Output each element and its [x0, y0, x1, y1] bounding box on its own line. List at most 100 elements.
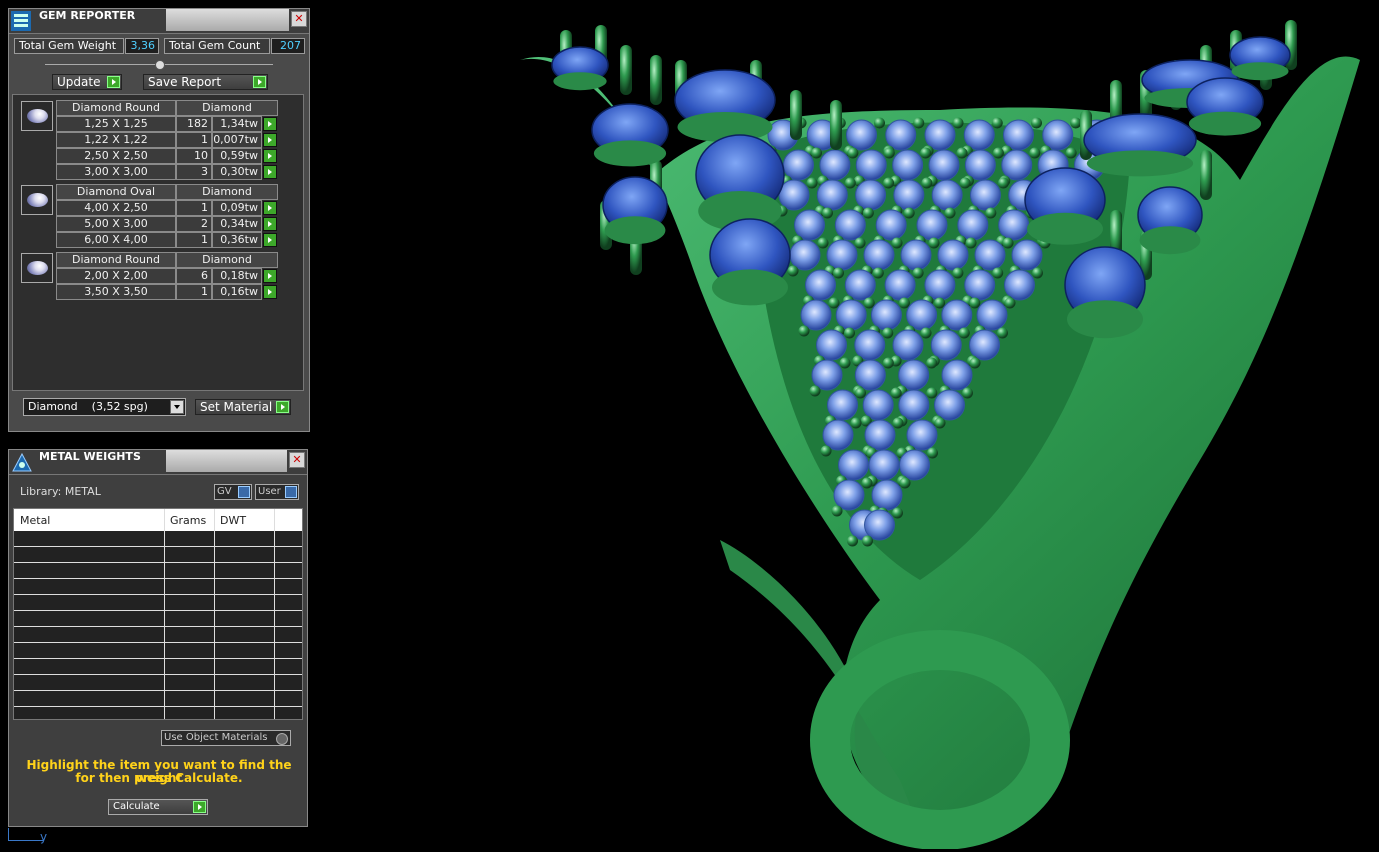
update-button-label: Update	[57, 75, 101, 89]
gem-size[interactable]: 3,50 X 3,50	[56, 284, 176, 300]
save-report-button-label: Save Report	[148, 75, 222, 89]
select-gems-play-icon[interactable]	[263, 217, 277, 231]
metal-weights-titlebar[interactable]: METAL WEIGHTS ✕	[9, 450, 307, 475]
calculate-button[interactable]: Calculate	[108, 799, 208, 815]
metal-table-header: Metal Grams DWT	[14, 509, 302, 531]
gem-weight: 0,30tw	[212, 164, 262, 180]
axis-y-label: y	[40, 830, 48, 844]
play-icon	[253, 76, 266, 88]
table-row[interactable]	[14, 563, 302, 579]
save-report-button[interactable]: Save Report	[143, 74, 268, 90]
gem-weight: 0,59tw	[212, 148, 262, 164]
use-object-materials-label: Use Object Materials	[164, 732, 268, 743]
toggle-indicator-icon	[285, 486, 297, 498]
table-row[interactable]	[14, 691, 302, 707]
table-row[interactable]	[14, 659, 302, 675]
gem-size[interactable]: 1,25 X 1,25	[56, 116, 176, 132]
gem-count: 2	[176, 216, 212, 232]
toggle-indicator-icon	[238, 486, 250, 498]
gem-size[interactable]: 6,00 X 4,00	[56, 232, 176, 248]
select-gems-play-icon[interactable]	[263, 165, 277, 179]
set-material-button-label: Set Material	[200, 400, 273, 414]
gem-size[interactable]: 1,22 X 1,22	[56, 132, 176, 148]
metal-weights-app-icon	[11, 452, 32, 472]
gem-group-shape: Diamond Round	[56, 100, 176, 116]
table-row[interactable]	[14, 675, 302, 691]
select-gems-play-icon[interactable]	[263, 117, 277, 131]
metal-weights-panel: METAL WEIGHTS ✕ Library: METAL GV User M…	[8, 449, 308, 827]
gem-group-material: Diamond	[176, 184, 278, 200]
gem-reporter-title: GEM REPORTER	[39, 9, 136, 22]
gem-group-material: Diamond	[176, 100, 278, 116]
gem-oval-icon	[21, 185, 53, 215]
gem-round-icon	[21, 253, 53, 283]
play-icon	[276, 401, 289, 413]
set-material-button[interactable]: Set Material	[195, 399, 291, 415]
gem-size[interactable]: 5,00 X 3,00	[56, 216, 176, 232]
gem-count: 10	[176, 148, 212, 164]
gem-count: 1	[176, 284, 212, 300]
gem-weight: 0,09tw	[212, 200, 262, 216]
table-row[interactable]	[14, 643, 302, 659]
gem-count: 3	[176, 164, 212, 180]
column-header-dwt: DWT	[220, 514, 247, 527]
column-header-metal: Metal	[20, 514, 51, 527]
total-gem-weight-label: Total Gem Weight	[14, 38, 124, 54]
calculate-button-label: Calculate	[113, 801, 160, 812]
table-row[interactable]	[14, 595, 302, 611]
chevron-down-icon[interactable]	[170, 400, 184, 414]
gem-reporter-titlebar[interactable]: GEM REPORTER ✕	[9, 9, 309, 34]
gem-count: 1	[176, 200, 212, 216]
gem-count: 6	[176, 268, 212, 284]
splitter-handle[interactable]	[155, 60, 165, 70]
gem-size[interactable]: 3,00 X 3,00	[56, 164, 176, 180]
select-gems-play-icon[interactable]	[263, 285, 277, 299]
select-gems-play-icon[interactable]	[263, 133, 277, 147]
gem-size[interactable]: 2,50 X 2,50	[56, 148, 176, 164]
gem-weight: 0,16tw	[212, 284, 262, 300]
radio-icon	[276, 733, 288, 745]
user-toggle[interactable]: User	[255, 484, 299, 500]
close-icon[interactable]: ✕	[289, 452, 305, 468]
select-gems-play-icon[interactable]	[263, 201, 277, 215]
gem-size[interactable]: 2,00 X 2,00	[56, 268, 176, 284]
select-gems-play-icon[interactable]	[263, 149, 277, 163]
gv-toggle[interactable]: GV	[214, 484, 252, 500]
select-gems-play-icon[interactable]	[263, 233, 277, 247]
select-gems-play-icon[interactable]	[263, 269, 277, 283]
ring-model-render	[520, 20, 1360, 850]
gem-group-shape: Diamond Round	[56, 252, 176, 268]
gem-reporter-app-icon	[11, 11, 31, 31]
table-row[interactable]	[14, 547, 302, 563]
calculate-hint-line2: for then press Calculate.	[75, 771, 243, 785]
3d-viewport[interactable]	[500, 0, 1379, 850]
gem-weight: 0,36tw	[212, 232, 262, 248]
total-gem-count-label: Total Gem Count	[164, 38, 270, 54]
gem-weight: 0,34tw	[212, 216, 262, 232]
gv-toggle-label: GV	[217, 486, 232, 497]
gem-round-icon	[21, 101, 53, 131]
gem-size[interactable]: 4,00 X 2,50	[56, 200, 176, 216]
library-label: Library: METAL	[20, 485, 101, 498]
update-button[interactable]: Update	[52, 74, 122, 90]
gem-weight: 1,34tw	[212, 116, 262, 132]
metal-table: Metal Grams DWT	[13, 508, 303, 720]
titlebar-strip	[166, 9, 289, 31]
table-row[interactable]	[14, 611, 302, 627]
gem-weight: 0,18tw	[212, 268, 262, 284]
gem-count: 182	[176, 116, 212, 132]
close-icon[interactable]: ✕	[291, 11, 307, 27]
play-icon	[107, 76, 120, 88]
material-select[interactable]: Diamond (3,52 spg)	[23, 398, 186, 416]
use-object-materials-toggle[interactable]: Use Object Materials	[161, 730, 291, 746]
gem-list: Diamond Round Diamond 1,25 X 1,25 182 1,…	[12, 94, 304, 391]
table-row[interactable]	[14, 627, 302, 643]
gem-group-material: Diamond	[176, 252, 278, 268]
table-row[interactable]	[14, 579, 302, 595]
user-toggle-label: User	[258, 486, 281, 497]
column-header-grams: Grams	[170, 514, 207, 527]
total-gem-weight-value: 3,36	[125, 38, 159, 54]
total-gem-count-value: 207	[271, 38, 305, 54]
gem-weight: 0,007tw	[212, 132, 262, 148]
table-row[interactable]	[14, 531, 302, 547]
